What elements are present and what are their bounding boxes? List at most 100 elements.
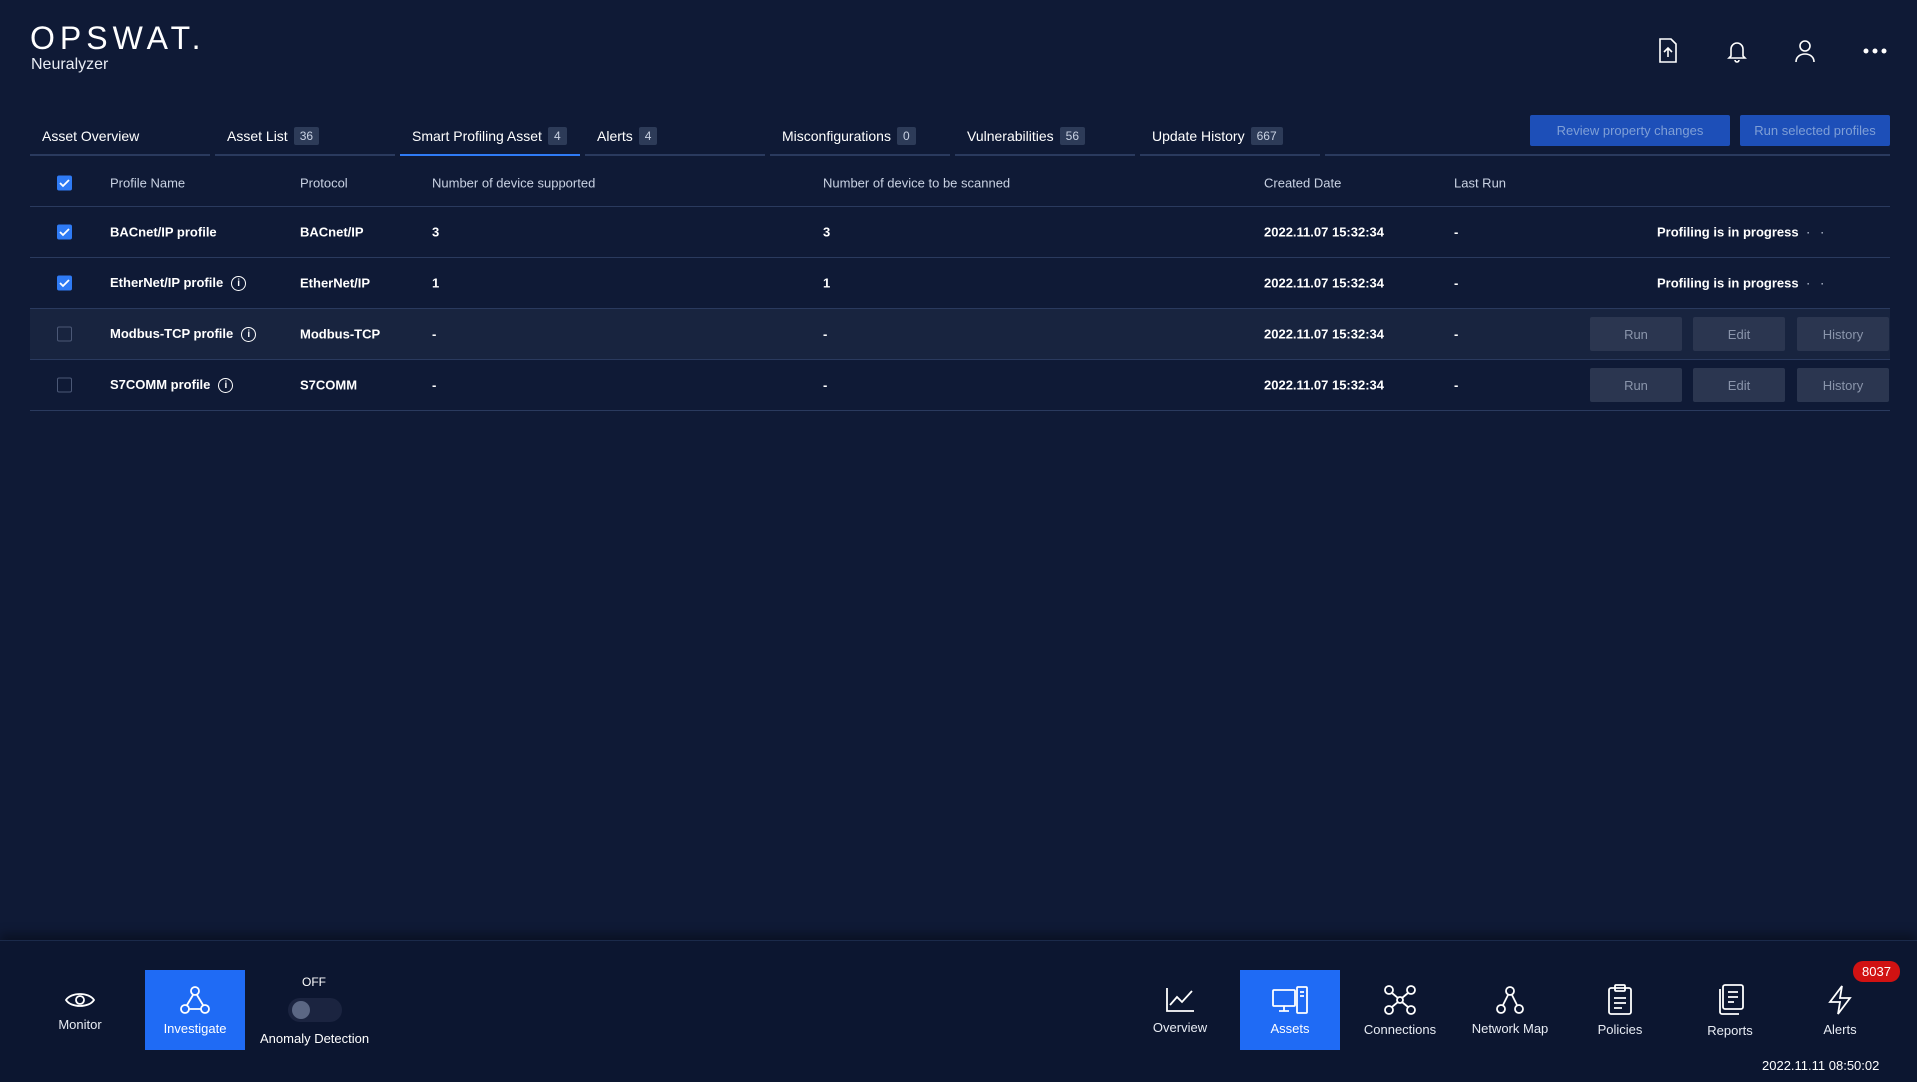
tab-count-badge: 56: [1059, 127, 1085, 145]
devices-to-scan: -: [823, 377, 828, 393]
table-row[interactable]: BACnet/IP profile BACnet/IP 3 3 2022.11.…: [30, 207, 1890, 258]
tab-count-badge: 36: [293, 127, 320, 145]
profile-name-cell: Modbus-TCP profile i: [110, 325, 257, 343]
created-date: 2022.11.07 15:32:34: [1264, 275, 1384, 291]
check-icon: [59, 279, 70, 288]
last-run: -: [1454, 224, 1459, 240]
tab-label: Update History: [1152, 128, 1245, 144]
tab-label: Asset List: [227, 128, 288, 144]
devices-to-scan: -: [823, 326, 828, 342]
last-run: -: [1454, 377, 1459, 393]
devices-to-scan: 3: [823, 224, 831, 240]
history-button[interactable]: History: [1797, 317, 1889, 351]
row-checkbox[interactable]: [57, 377, 72, 393]
nav-policies[interactable]: Policies: [1570, 970, 1670, 1050]
upload-icon[interactable]: [1653, 36, 1683, 66]
tab-label: Misconfigurations: [782, 128, 891, 144]
more-icon[interactable]: [1860, 36, 1890, 66]
tab-asset-overview[interactable]: Asset Overview: [30, 118, 210, 156]
last-run: -: [1454, 275, 1459, 291]
product-name: Neuralyzer: [31, 56, 109, 73]
column-header-protocol[interactable]: Protocol: [300, 175, 348, 190]
chart-line-icon: [1166, 987, 1194, 1012]
created-date: 2022.11.07 15:32:34: [1264, 377, 1384, 393]
edit-button[interactable]: Edit: [1693, 368, 1785, 402]
nav-overview[interactable]: Overview: [1130, 970, 1230, 1050]
lightning-icon: [1828, 984, 1852, 1015]
tab-vulnerabilities[interactable]: Vulnerabilities 56: [955, 118, 1135, 156]
devices-supported: 3: [432, 224, 440, 240]
edit-button[interactable]: Edit: [1693, 317, 1785, 351]
tab-asset-list[interactable]: Asset List 36: [215, 118, 395, 156]
nav-label: Overview: [1152, 1019, 1208, 1035]
tab-alerts[interactable]: Alerts 4: [585, 118, 765, 156]
run-selected-profiles-button[interactable]: Run selected profiles: [1740, 115, 1890, 146]
nav-investigate[interactable]: Investigate: [145, 970, 245, 1050]
nav-label: Monitor: [58, 1016, 102, 1032]
devices-supported: -: [432, 326, 437, 342]
created-date: 2022.11.07 15:32:34: [1264, 224, 1384, 240]
tab-count-badge: 0: [896, 127, 916, 145]
protocol: S7COMM: [300, 377, 358, 393]
select-all-checkbox[interactable]: [57, 175, 72, 190]
tab-count-badge: 667: [1250, 127, 1283, 145]
nav-label: Network Map: [1471, 1020, 1549, 1036]
column-header-last-run[interactable]: Last Run: [1454, 175, 1506, 190]
progress-dots: · ·: [1806, 224, 1828, 240]
table-row[interactable]: S7COMM profile i S7COMM - - 2022.11.07 15…: [30, 360, 1890, 411]
tab-label: Asset Overview: [42, 128, 140, 144]
assets-icon: [1272, 985, 1308, 1014]
row-checkbox[interactable]: [57, 275, 72, 291]
info-icon[interactable]: i: [218, 378, 234, 394]
profile-name: S7COMM profile: [110, 376, 211, 392]
opswat-logo: OPSWAT.: [30, 20, 206, 56]
table-row[interactable]: Modbus-TCP profile i Modbus-TCP - - 2022.…: [30, 309, 1890, 360]
network-map-icon: [1496, 985, 1524, 1014]
tab-label: Smart Profiling Asset: [412, 128, 542, 144]
column-header-profile-name[interactable]: Profile Name: [110, 175, 185, 190]
anomaly-detection-toggle[interactable]: [288, 998, 342, 1022]
user-icon[interactable]: [1790, 36, 1820, 66]
tab-misconfigurations[interactable]: Misconfigurations 0: [770, 118, 950, 156]
profile-name: BACnet/IP profile: [110, 224, 217, 240]
bell-icon[interactable]: [1722, 36, 1752, 66]
info-icon[interactable]: i: [231, 276, 247, 292]
last-run: -: [1454, 326, 1459, 342]
row-checkbox[interactable]: [57, 326, 72, 342]
nav-monitor[interactable]: Monitor: [30, 970, 130, 1050]
table-header: Profile Name Protocol Number of device s…: [30, 159, 1890, 207]
history-button[interactable]: History: [1797, 368, 1889, 402]
nav-network-map[interactable]: Network Map: [1460, 970, 1560, 1050]
nav-label: Policies: [1597, 1021, 1643, 1037]
run-button[interactable]: Run: [1590, 317, 1682, 351]
protocol: BACnet/IP: [300, 224, 364, 240]
alerts-count-badge: 8037: [1853, 961, 1900, 982]
profile-name: Modbus-TCP profile: [110, 325, 234, 341]
tab-label: Alerts: [597, 128, 633, 144]
column-header-devices-supported[interactable]: Number of device supported: [432, 175, 595, 190]
nav-alerts[interactable]: Alerts: [1790, 970, 1890, 1050]
tab-smart-profiling-asset[interactable]: Smart Profiling Asset 4: [400, 118, 580, 156]
system-clock: 2022.11.11 08:50:02: [1762, 1058, 1880, 1073]
check-icon: [59, 228, 70, 237]
profiling-status: Profiling is in progress: [1657, 224, 1799, 240]
nav-connections[interactable]: Connections: [1350, 970, 1450, 1050]
row-checkbox[interactable]: [57, 224, 72, 240]
nav-label: Alerts: [1823, 1021, 1857, 1037]
tab-update-history[interactable]: Update History 667: [1140, 118, 1320, 156]
connections-icon: [1384, 984, 1416, 1015]
column-header-devices-to-scan[interactable]: Number of device to be scanned: [823, 175, 1010, 190]
anomaly-detection-label: Anomaly Detection: [260, 1031, 370, 1046]
review-property-changes-button[interactable]: Review property changes: [1530, 115, 1730, 146]
table-row[interactable]: EtherNet/IP profile i EtherNet/IP 1 1 202…: [30, 258, 1890, 309]
column-header-created-date[interactable]: Created Date: [1264, 175, 1341, 190]
profile-name: EtherNet/IP profile: [110, 274, 224, 290]
anomaly-toggle-state: OFF: [302, 975, 326, 989]
run-button[interactable]: Run: [1590, 368, 1682, 402]
nav-assets[interactable]: Assets: [1240, 970, 1340, 1050]
protocol: Modbus-TCP: [300, 326, 381, 342]
info-icon[interactable]: i: [241, 327, 257, 343]
nav-reports[interactable]: Reports: [1680, 970, 1780, 1050]
tab-count-badge: 4: [638, 127, 658, 145]
nav-label: Investigate: [163, 1020, 227, 1036]
